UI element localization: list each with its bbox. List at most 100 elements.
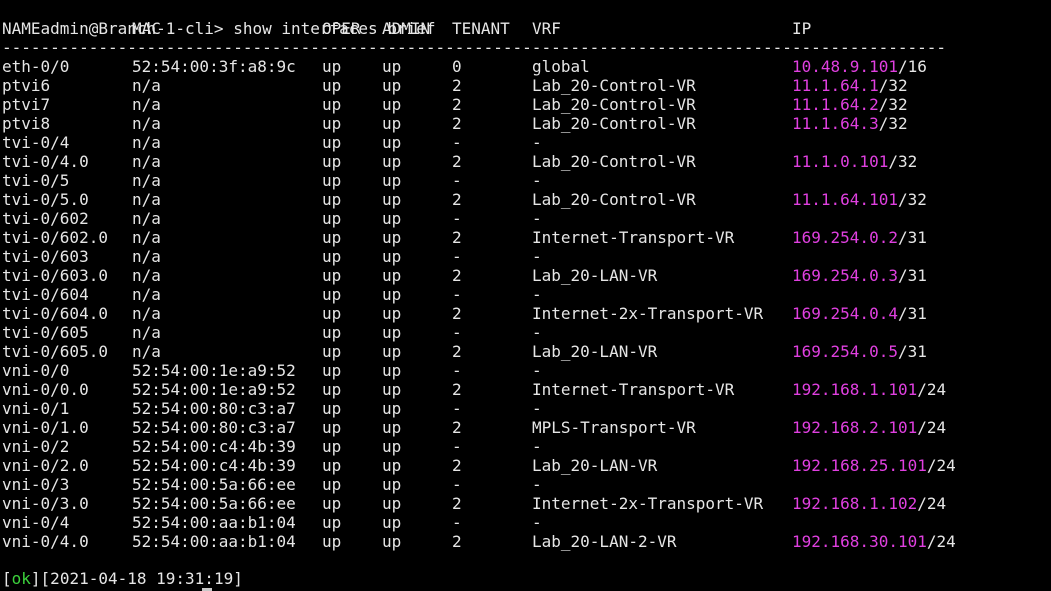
cell-vrf: Lab_20-Control-VR [532,152,696,171]
ip-address: 192.168.25.101 [792,456,927,475]
cell-vrf: - [532,209,542,228]
cell-admin: up [382,323,402,342]
cell-ip: 169.254.0.5/31 [792,342,927,361]
status-line: [ok][2021-04-18 19:31:19] [2,569,243,588]
cell-name: vni-0/3.0 [2,494,89,513]
cell-ip: 192.168.1.102/24 [792,494,946,513]
cell-admin: up [382,190,402,209]
cell-tenant: 2 [452,304,462,323]
cell-mac: n/a [132,152,161,171]
cell-vrf: - [532,285,542,304]
cell-admin: up [382,532,402,551]
cell-vrf: Lab_20-Control-VR [532,190,696,209]
header-separator: ----------------------------------------… [2,38,947,57]
cell-name: vni-0/3 [2,475,70,494]
cell-mac: n/a [132,133,161,152]
header-name: NAME [2,19,41,38]
cell-tenant: - [452,285,462,304]
cell-oper: up [322,190,342,209]
cell-mac: 52:54:00:aa:b1:04 [132,513,296,532]
cell-admin: up [382,57,402,76]
ip-address: 169.254.0.2 [792,228,898,247]
cell-admin: up [382,304,402,323]
cell-name: ptvi6 [2,76,51,95]
cell-mac: n/a [132,171,161,190]
cell-oper: up [322,171,342,190]
ip-prefix: /31 [897,266,927,285]
cell-admin: up [382,361,402,380]
cell-tenant: - [452,437,462,456]
cell-vrf: Lab_20-Control-VR [532,76,696,95]
cell-name: tvi-0/604.0 [2,304,108,323]
cell-tenant: - [452,323,462,342]
cell-ip: 169.254.0.3/31 [792,266,927,285]
cell-vrf: Lab_20-LAN-VR [532,266,658,285]
cell-mac: n/a [132,247,161,266]
terminal-window[interactable]: admin@Branch-1-cli> show interfaces brie… [0,0,1051,591]
cell-tenant: - [452,209,462,228]
cell-ip: 192.168.2.101/24 [792,418,946,437]
cell-mac: n/a [132,76,161,95]
cell-name: vni-0/0.0 [2,380,89,399]
cell-ip: 192.168.25.101/24 [792,456,956,475]
header-mac: MAC [132,19,161,38]
cell-mac: n/a [132,342,161,361]
cell-mac: 52:54:00:3f:a8:9c [132,57,296,76]
cell-admin: up [382,133,402,152]
cell-oper: up [322,266,342,285]
cell-mac: 52:54:00:5a:66:ee [132,475,296,494]
cell-mac: n/a [132,190,161,209]
cell-vrf: Internet-Transport-VR [532,228,735,247]
ip-address: 10.48.9.101 [792,57,898,76]
status-close: ] [30,569,41,588]
cell-oper: up [322,247,342,266]
ip-address: 169.254.0.5 [792,342,898,361]
cell-mac: n/a [132,323,161,342]
cell-oper: up [322,399,342,418]
cell-name: tvi-0/4.0 [2,152,89,171]
cell-admin: up [382,228,402,247]
cell-oper: up [322,342,342,361]
ip-prefix: /31 [897,342,927,361]
cell-tenant: 2 [452,152,462,171]
cell-vrf: Lab_20-LAN-VR [532,456,658,475]
cell-tenant: 2 [452,380,462,399]
cell-name: tvi-0/605 [2,323,89,342]
cell-oper: up [322,76,342,95]
cell-admin: up [382,494,402,513]
cell-admin: up [382,399,402,418]
cell-mac: n/a [132,228,161,247]
cell-admin: up [382,171,402,190]
cell-oper: up [322,114,342,133]
cell-vrf: Lab_20-Control-VR [532,114,696,133]
header-vrf: VRF [532,19,561,38]
cell-vrf: Lab_20-LAN-2-VR [532,532,677,551]
cell-mac: 52:54:00:80:c3:a7 [132,399,296,418]
cell-tenant: - [452,475,462,494]
cell-name: vni-0/1 [2,399,70,418]
ip-address: 192.168.1.101 [792,380,918,399]
cell-mac: n/a [132,285,161,304]
cell-oper: up [322,285,342,304]
ip-address: 11.1.64.3 [792,114,879,133]
ip-prefix: /24 [926,532,956,551]
ip-prefix: /24 [917,494,947,513]
cell-mac: n/a [132,209,161,228]
ip-prefix: /16 [897,57,927,76]
status-open: [ [2,569,12,588]
cell-name: tvi-0/603.0 [2,266,108,285]
cell-mac: n/a [132,114,161,133]
cell-tenant: - [452,361,462,380]
cell-tenant: - [452,171,462,190]
cell-ip: 11.1.64.1/32 [792,76,908,95]
cell-name: tvi-0/602 [2,209,89,228]
cell-mac: 52:54:00:aa:b1:04 [132,532,296,551]
cell-name: ptvi7 [2,95,51,114]
cell-admin: up [382,456,402,475]
cell-oper: up [322,437,342,456]
cell-vrf: - [532,133,542,152]
cell-name: tvi-0/605.0 [2,342,108,361]
ip-address: 169.254.0.4 [792,304,898,323]
cell-oper: up [322,228,342,247]
cell-oper: up [322,152,342,171]
